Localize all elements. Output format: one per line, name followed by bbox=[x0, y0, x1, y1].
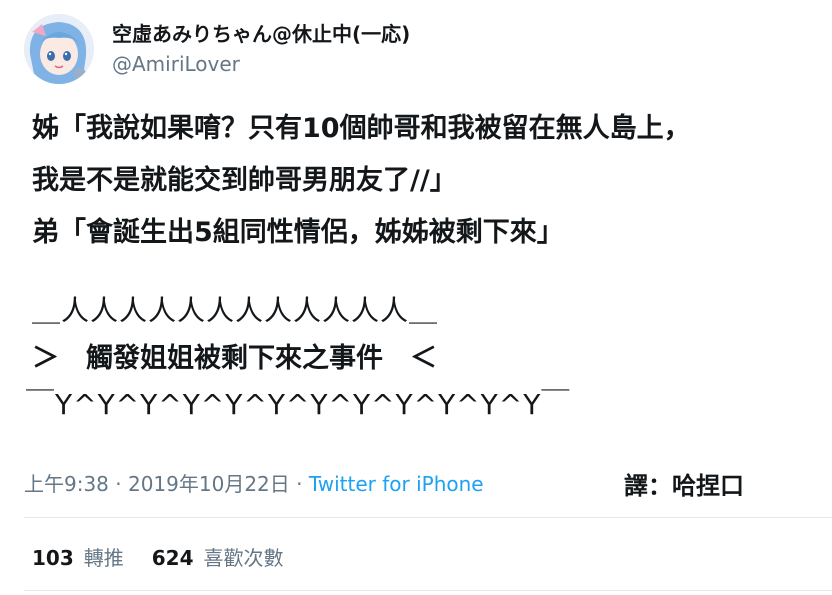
tweet-line-3: 弟「會誕生出5組同性情侶，姊姊被剩下來」 bbox=[32, 217, 564, 248]
tweet-line-1: 姊「我說如果唷？只有10個帥哥和我被留在無人島上， bbox=[32, 113, 691, 144]
tweet-meta: 上午9:38 · 2019年10月22日 · Twitter for iPhon… bbox=[24, 468, 484, 497]
anime-avatar-icon bbox=[24, 14, 94, 84]
avatar[interactable] bbox=[24, 14, 94, 84]
author-handle[interactable]: @AmiriLover bbox=[112, 52, 240, 76]
divider-bottom bbox=[24, 590, 832, 591]
likes-label: 喜歡次數 bbox=[203, 546, 284, 570]
translator-note: 譯：哈捏口 bbox=[624, 472, 744, 500]
likes-count: 624 bbox=[151, 546, 194, 570]
tweet-timestamp[interactable]: 上午9:38 · 2019年10月22日 · bbox=[24, 472, 309, 496]
retweets-count: 103 bbox=[32, 546, 74, 570]
tweet-source-link[interactable]: Twitter for iPhone bbox=[309, 472, 484, 496]
likes-stat[interactable]: 624 喜歡次數 bbox=[152, 546, 284, 570]
ascii-art-top: ＿人人人人人人人人人人人人＿ bbox=[32, 294, 439, 327]
ascii-art-bottom: ￣Y^Y^Y^Y^Y^Y^Y^Y^Y^Y^Y^Y￣ bbox=[26, 388, 571, 421]
retweets-label: 轉推 bbox=[83, 546, 124, 570]
ascii-art-middle: ＞ 觸發姐姐被剩下來之事件 ＜ bbox=[32, 343, 437, 374]
author-display-name[interactable]: 空虛あみりちゃん@休止中(一応) bbox=[112, 18, 410, 47]
tweet-stats: 103 轉推 624 喜歡次數 bbox=[32, 542, 284, 571]
retweets-stat[interactable]: 103 轉推 bbox=[32, 546, 124, 570]
tweet-line-2: 我是不是就能交到帥哥男朋友了//」 bbox=[32, 165, 457, 196]
divider bbox=[24, 517, 832, 518]
